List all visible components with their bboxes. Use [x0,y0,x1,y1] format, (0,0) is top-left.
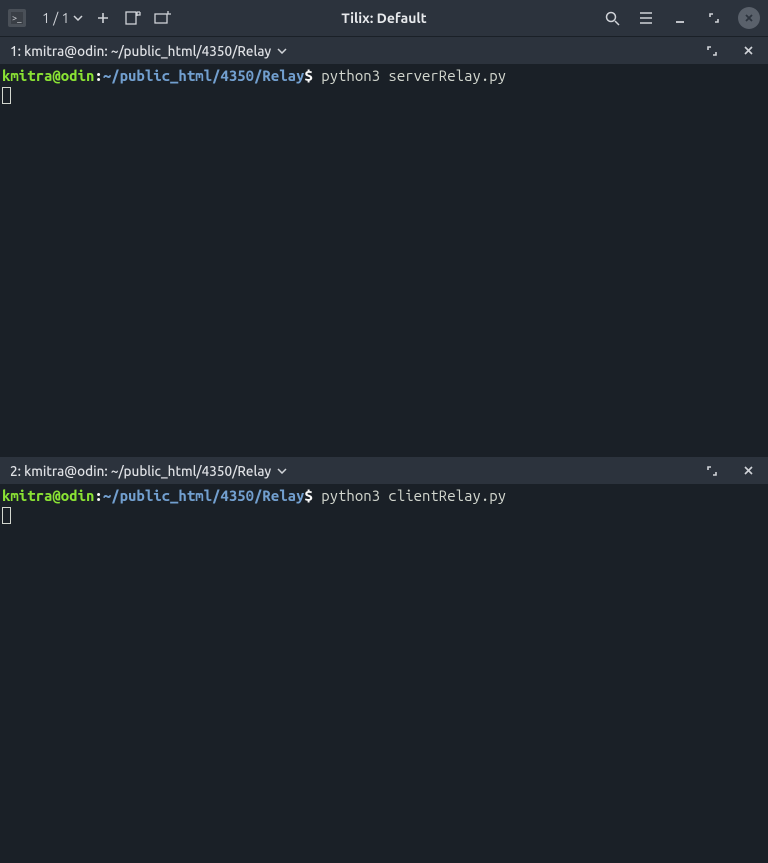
close-icon [743,465,754,476]
prompt-symbol-1: $ [304,67,312,84]
split-right-icon [125,11,141,25]
minimize-button[interactable] [670,8,690,28]
pane-maximize-button-1[interactable] [702,41,722,61]
expand-icon [706,465,718,477]
prompt-path-1: ~/public_html/4350/Relay [103,67,305,84]
cursor-2 [2,507,11,524]
prompt-user-2: kmitra@odin [2,487,94,504]
chevron-down-icon [277,48,287,54]
prompt-path-2: ~/public_html/4350/Relay [103,487,305,504]
prompt-colon-1: : [94,67,102,84]
prompt-colon-2: : [94,487,102,504]
cursor-1 [2,87,11,104]
terminal-body-2[interactable]: kmitra@odin:~/public_html/4350/Relay$ py… [0,484,768,863]
expand-icon [706,45,718,57]
titlebar-right-group [602,7,760,29]
maximize-icon [708,12,720,24]
svg-text:>_: >_ [12,13,22,23]
search-button[interactable] [602,8,622,28]
chevron-down-icon [277,468,287,474]
session-count-label: 1 / 1 [42,10,69,26]
chevron-down-icon [73,15,83,21]
search-icon [605,11,620,26]
add-session-button[interactable] [93,8,113,28]
pane-title-dropdown-1[interactable]: 1: kmitra@odin: ~/public_html/4350/Relay [10,43,287,59]
prompt-user-1: kmitra@odin [2,67,94,84]
terminal-body-1[interactable]: kmitra@odin:~/public_html/4350/Relay$ py… [0,64,768,456]
prompt-symbol-2: $ [304,487,312,504]
menu-button[interactable] [636,8,656,28]
command-text-1: python3 serverRelay.py [321,67,506,84]
pane-maximize-button-2[interactable] [702,461,722,481]
close-icon [743,45,754,56]
close-icon [744,13,754,23]
pane-close-button-2[interactable] [738,461,758,481]
hamburger-icon [639,12,653,24]
pane-title-dropdown-2[interactable]: 2: kmitra@odin: ~/public_html/4350/Relay [10,463,287,479]
split-down-button[interactable] [153,8,173,28]
titlebar-left-group: >_ 1 / 1 [8,8,173,28]
pane-title-2: 2: kmitra@odin: ~/public_html/4350/Relay [10,463,271,479]
pane-header-1: 1: kmitra@odin: ~/public_html/4350/Relay [0,36,768,64]
close-window-button[interactable] [738,7,760,29]
pane-close-button-1[interactable] [738,41,758,61]
window-title: Tilix: Default [341,10,426,26]
session-counter[interactable]: 1 / 1 [42,10,83,26]
plus-icon [96,11,110,25]
command-text-2: python3 clientRelay.py [321,487,506,504]
pane-title-1: 1: kmitra@odin: ~/public_html/4350/Relay [10,43,271,59]
app-icon: >_ [8,9,26,27]
pane-header-controls-1 [702,41,758,61]
minimize-icon [674,12,686,24]
window-titlebar: >_ 1 / 1 Tilix: Default [0,0,768,36]
split-right-button[interactable] [123,8,143,28]
maximize-button[interactable] [704,8,724,28]
terminal-pane-1: 1: kmitra@odin: ~/public_html/4350/Relay… [0,36,768,456]
pane-header-controls-2 [702,461,758,481]
split-down-icon [154,11,172,25]
pane-header-2: 2: kmitra@odin: ~/public_html/4350/Relay [0,456,768,484]
terminal-pane-2: 2: kmitra@odin: ~/public_html/4350/Relay… [0,456,768,863]
